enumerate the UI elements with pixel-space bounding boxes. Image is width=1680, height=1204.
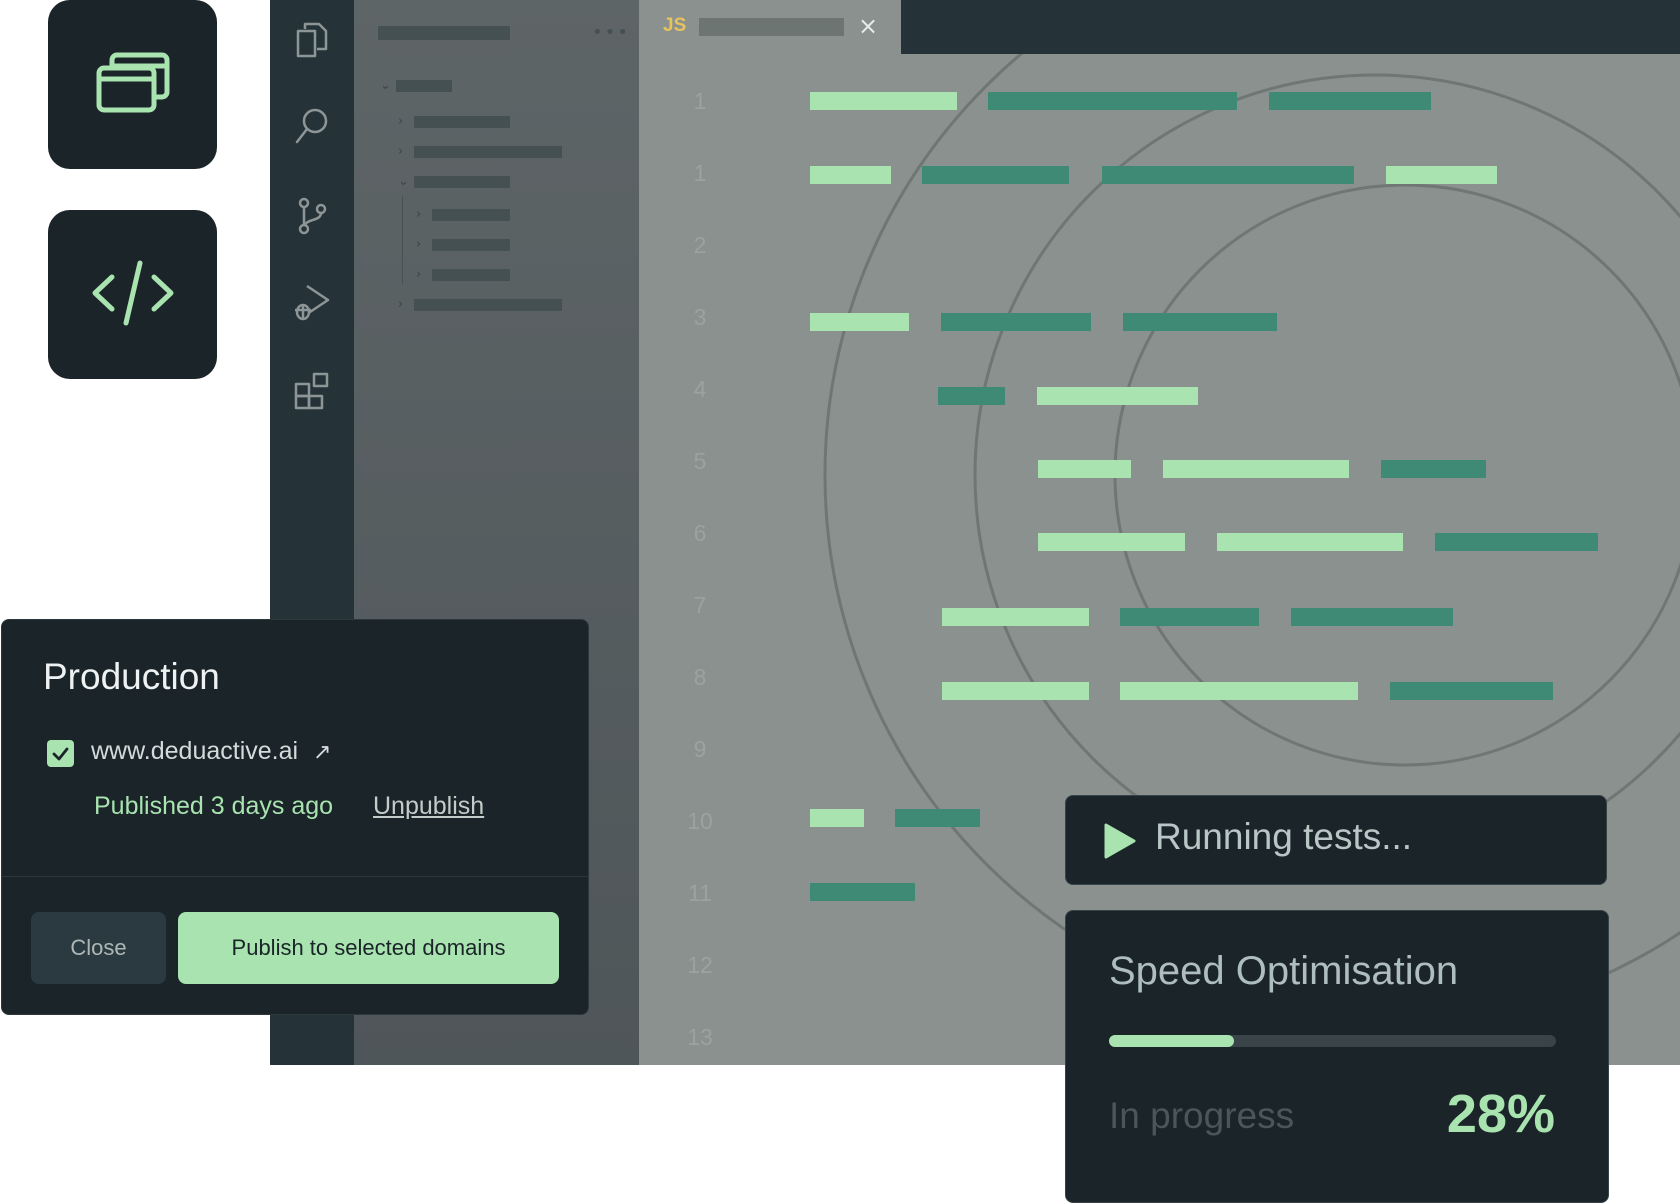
code-token [1291, 608, 1453, 626]
code-token [1381, 460, 1486, 478]
explorer-title-placeholder [378, 26, 510, 40]
domain-checkbox[interactable] [47, 740, 74, 767]
code-token [942, 608, 1089, 626]
tab-filename-placeholder [699, 18, 844, 36]
line-number: 10 [687, 808, 713, 834]
code-token [810, 92, 957, 110]
code-token [1390, 682, 1553, 700]
play-icon [1104, 823, 1136, 859]
line-number: 3 [693, 304, 707, 330]
tree-item[interactable] [432, 269, 510, 281]
files-icon[interactable] [292, 20, 332, 60]
line-number: 2 [693, 232, 707, 258]
close-button[interactable]: Close [31, 912, 166, 984]
domain-text: www.deduactive.ai [91, 737, 299, 765]
chevron-right-icon[interactable]: › [398, 298, 403, 311]
code-token [1120, 682, 1358, 700]
code-token [988, 92, 1237, 110]
code-brackets-icon [90, 259, 176, 331]
line-number: 13 [687, 1024, 713, 1050]
speed-title: Speed Optimisation [1109, 949, 1459, 993]
tree-item[interactable] [396, 80, 452, 92]
chevron-down-icon[interactable]: ⌄ [398, 175, 409, 188]
code-token [941, 313, 1091, 331]
line-number: 5 [693, 448, 707, 474]
windows-tile[interactable] [48, 0, 217, 169]
checkmark-icon [52, 747, 69, 761]
tree-item[interactable] [414, 146, 562, 158]
extensions-icon[interactable] [292, 370, 332, 410]
tree-item[interactable] [414, 176, 510, 188]
close-tab-icon[interactable]: × [858, 12, 878, 40]
domain-link[interactable]: www.deduactive.ai ↗ [91, 737, 331, 766]
code-token [942, 682, 1089, 700]
source-control-icon[interactable] [292, 196, 332, 236]
tab-bar: JS × [639, 0, 1680, 54]
speed-percent: 28% [1446, 1084, 1555, 1144]
code-token [1163, 460, 1349, 478]
tab-active-file[interactable]: JS × [639, 0, 901, 54]
production-publish-card: Production www.deduactive.ai ↗ Published… [1, 619, 589, 1015]
code-token [895, 809, 980, 827]
chevron-right-icon[interactable]: › [416, 268, 421, 281]
chevron-right-icon[interactable]: › [416, 238, 421, 251]
code-token [1435, 533, 1598, 551]
progress-fill [1109, 1035, 1235, 1047]
line-number: 1 [693, 88, 707, 114]
running-tests-card: Running tests... [1065, 795, 1607, 885]
run-debug-icon[interactable] [292, 282, 332, 322]
tree-item[interactable] [432, 209, 510, 221]
running-tests-label: Running tests... [1155, 816, 1413, 857]
code-token [1038, 460, 1131, 478]
speed-status: In progress [1109, 1095, 1295, 1136]
code-token [1037, 387, 1198, 405]
tree-item[interactable] [414, 299, 562, 311]
line-number: 11 [688, 880, 712, 906]
code-token [810, 313, 909, 331]
code-token [1217, 533, 1403, 551]
speed-optimisation-card: Speed Optimisation In progress 28% [1065, 910, 1609, 1203]
unpublish-link[interactable]: Unpublish [373, 792, 484, 821]
line-number: 6 [693, 520, 707, 546]
code-token [1269, 92, 1431, 110]
code-token [1102, 166, 1354, 184]
chevron-right-icon[interactable]: › [398, 145, 403, 158]
code-token [922, 166, 1069, 184]
production-title: Production [43, 656, 220, 697]
code-token [810, 166, 891, 184]
line-number: 8 [693, 664, 707, 690]
code-token [938, 387, 1005, 405]
line-number: 12 [687, 952, 713, 978]
js-language-badge: JS [663, 15, 687, 36]
progress-track [1109, 1035, 1556, 1047]
tree-guide [402, 196, 403, 284]
browser-windows-icon [96, 52, 170, 118]
tree-item[interactable] [414, 116, 510, 128]
code-token [1386, 166, 1497, 184]
line-number: 4 [693, 376, 707, 402]
search-icon[interactable] [292, 106, 332, 146]
more-actions-icon[interactable]: ••• [592, 22, 630, 43]
code-token [1120, 608, 1259, 626]
tree-item[interactable] [432, 239, 510, 251]
publish-button[interactable]: Publish to selected domains [178, 912, 559, 984]
code-token [810, 809, 864, 827]
code-token [1038, 533, 1185, 551]
line-number: 7 [693, 592, 707, 618]
code-token [810, 883, 915, 901]
chevron-right-icon[interactable]: › [416, 208, 421, 221]
line-number: 1 [693, 160, 707, 186]
chevron-down-icon[interactable]: ⌄ [380, 79, 391, 92]
code-tile[interactable] [48, 210, 217, 379]
card-divider [2, 876, 588, 877]
external-link-icon: ↗ [313, 739, 332, 764]
chevron-right-icon[interactable]: › [398, 115, 403, 128]
line-number: 9 [693, 736, 707, 762]
published-status: Published 3 days ago [94, 792, 334, 820]
code-token [1123, 313, 1277, 331]
